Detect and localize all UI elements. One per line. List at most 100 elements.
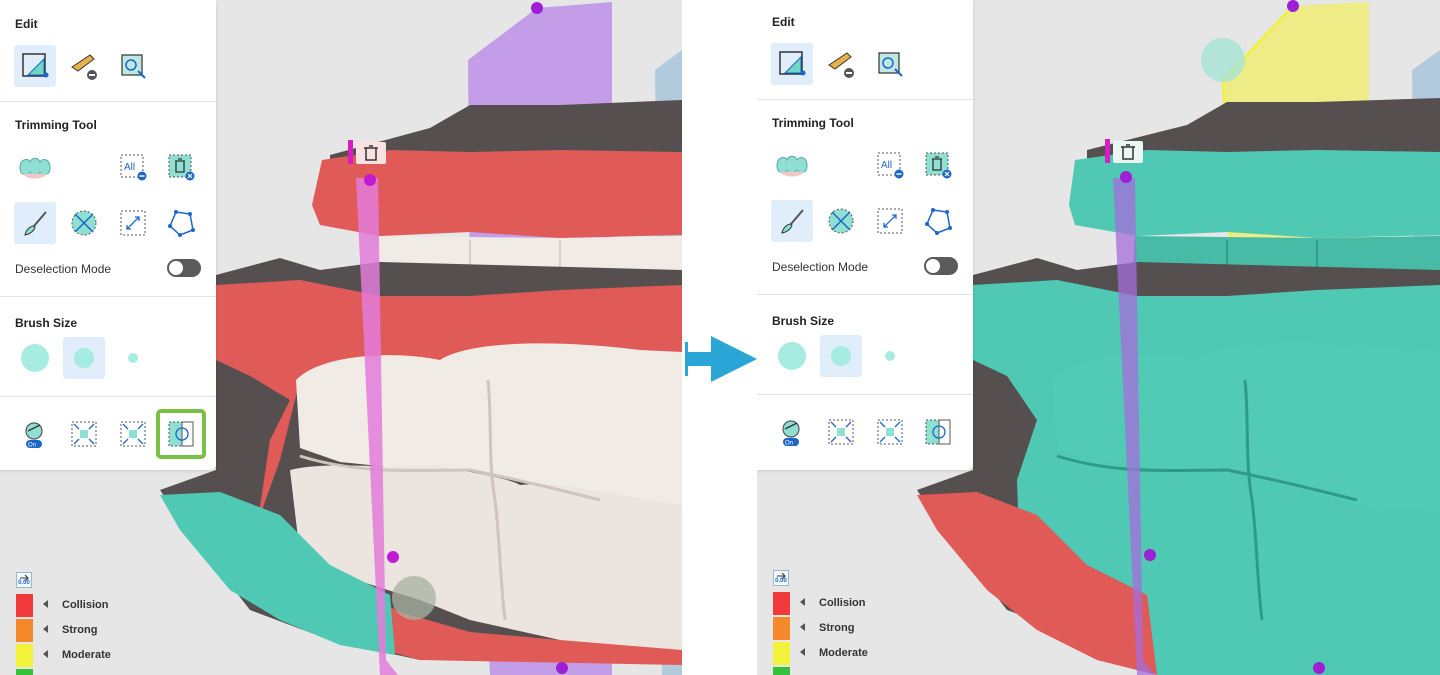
tool-panel: Edit Trimming Tool All Deselection Mode … (757, 0, 973, 470)
auto-selection-toggle-button[interactable]: On (14, 413, 56, 455)
brush-size-medium[interactable] (63, 337, 105, 379)
polygon-select-button[interactable] (160, 202, 202, 244)
shrink-selection-icon (71, 421, 97, 447)
distance-value: 0.00 (775, 578, 787, 584)
transition-arrow (683, 330, 757, 390)
legend-label: Moderate (819, 647, 868, 659)
smooth-tool-button[interactable] (820, 43, 862, 85)
caret-left-icon[interactable] (43, 625, 48, 633)
select-all-button[interactable]: All (112, 146, 154, 188)
delete-selection-button[interactable] (917, 144, 959, 186)
brush-size-large[interactable] (771, 335, 813, 377)
moderate-swatch (16, 644, 33, 667)
deselection-mode-toggle[interactable] (167, 259, 201, 277)
after-screenshot: Edit Trimming Tool All Deselection Mode … (757, 0, 1440, 675)
shrink-selection-button[interactable] (820, 411, 862, 453)
grow-selection-button[interactable] (112, 413, 154, 455)
legend-item-weak (773, 667, 913, 675)
legend-label: Collision (819, 597, 866, 609)
rectangle-select-button[interactable] (869, 200, 911, 242)
expand-selection-button[interactable] (63, 202, 105, 244)
legend-item-strong: Strong (773, 617, 913, 641)
small-dot-icon (128, 353, 138, 363)
fill-hole-tool-button[interactable] (869, 43, 911, 85)
large-dot-icon (21, 344, 49, 372)
strong-swatch (16, 619, 33, 642)
invert-selection-icon (168, 421, 194, 447)
auto-on-badge: On (28, 443, 36, 449)
caret-left-icon[interactable] (800, 648, 805, 656)
legend-item-moderate: Moderate (16, 644, 156, 668)
divider (0, 396, 216, 397)
shrink-selection-button[interactable] (63, 413, 105, 455)
trash-selection-icon (925, 152, 952, 179)
select-all-text: All (881, 160, 892, 171)
select-all-minus-icon: All (877, 152, 904, 179)
rectangle-select-button[interactable] (112, 202, 154, 244)
distance-mode-icon[interactable]: 0.00 (16, 572, 32, 588)
brush-size-title: Brush Size (772, 314, 835, 328)
smoothing-brush-icon (71, 54, 97, 80)
caret-left-icon[interactable] (43, 600, 48, 608)
grow-selection-icon (877, 419, 903, 445)
crop-tool-button[interactable] (771, 43, 813, 85)
brush-tool-button[interactable] (771, 200, 813, 242)
grow-selection-button[interactable] (869, 411, 911, 453)
shrink-selection-icon (828, 419, 854, 445)
crop-selection-icon (779, 51, 806, 76)
caret-left-icon[interactable] (800, 598, 805, 606)
expand-selection-button[interactable] (820, 200, 862, 242)
crop-tool-button[interactable] (14, 45, 56, 87)
rectangle-select-icon (877, 208, 903, 234)
edit-section-title: Edit (15, 17, 38, 31)
medium-dot-icon (74, 348, 94, 368)
divider (757, 294, 973, 295)
auto-selection-toggle-button[interactable]: On (771, 411, 813, 453)
caret-left-icon[interactable] (43, 650, 48, 658)
moderate-swatch (773, 642, 790, 665)
brush-icon (24, 211, 47, 236)
brush-size-large[interactable] (14, 337, 56, 379)
deselection-mode-toggle[interactable] (924, 257, 958, 275)
auto-on-icon: On (782, 420, 800, 447)
toggle-knob (926, 259, 940, 273)
brush-size-small[interactable] (869, 335, 911, 377)
caret-left-icon[interactable] (800, 623, 805, 631)
right-arrow-icon (685, 336, 757, 382)
legend-item-weak (16, 669, 156, 675)
before-screenshot: Edit Trimming Tool All Deselection Mode … (0, 0, 682, 675)
invert-selection-button[interactable] (917, 411, 959, 453)
polygon-select-button[interactable] (917, 200, 959, 242)
select-all-button[interactable]: All (869, 144, 911, 186)
brush-tool-button[interactable] (14, 202, 56, 244)
collision-swatch (16, 594, 33, 617)
fill-hole-icon (121, 54, 146, 79)
trimming-section-title: Trimming Tool (772, 116, 854, 130)
arch-select-button[interactable] (771, 144, 813, 186)
trimming-section-title: Trimming Tool (15, 118, 97, 132)
fill-hole-tool-button[interactable] (112, 45, 154, 87)
legend-label: Strong (819, 622, 855, 634)
grow-selection-icon (120, 421, 146, 447)
delete-selection-button[interactable] (160, 146, 202, 188)
invert-selection-icon (925, 419, 951, 445)
toggle-knob (169, 261, 183, 275)
smooth-tool-button[interactable] (63, 45, 105, 87)
legend-label: Collision (62, 599, 109, 611)
arch-select-icon (19, 157, 51, 179)
distance-mode-icon[interactable]: 0.00 (773, 570, 789, 586)
crop-selection-icon (22, 53, 49, 78)
divider (757, 394, 973, 395)
smoothing-brush-icon (828, 52, 854, 78)
legend-label: Strong (62, 624, 98, 636)
brush-size-small[interactable] (112, 337, 154, 379)
select-all-text: All (124, 162, 135, 173)
rectangle-select-icon (120, 210, 146, 236)
invert-selection-button[interactable] (156, 409, 206, 459)
divider (0, 296, 216, 297)
arch-select-button[interactable] (14, 146, 56, 188)
polygon-select-icon (925, 208, 952, 235)
auto-on-icon: On (25, 422, 43, 449)
brush-size-medium[interactable] (820, 335, 862, 377)
legend-item-moderate: Moderate (773, 642, 913, 666)
